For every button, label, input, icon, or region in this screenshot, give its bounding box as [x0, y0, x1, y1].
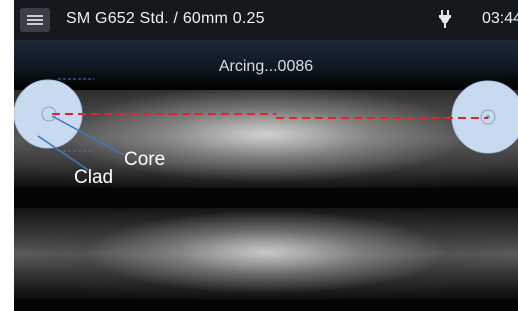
- fiber-annotation-overlay: [14, 78, 518, 171]
- clad-label: Clad: [74, 167, 114, 188]
- core-label: Core: [124, 149, 166, 170]
- splicer-screen: SM G652 Std. / 60mm 0.25 03:44 Arcing...…: [14, 0, 518, 311]
